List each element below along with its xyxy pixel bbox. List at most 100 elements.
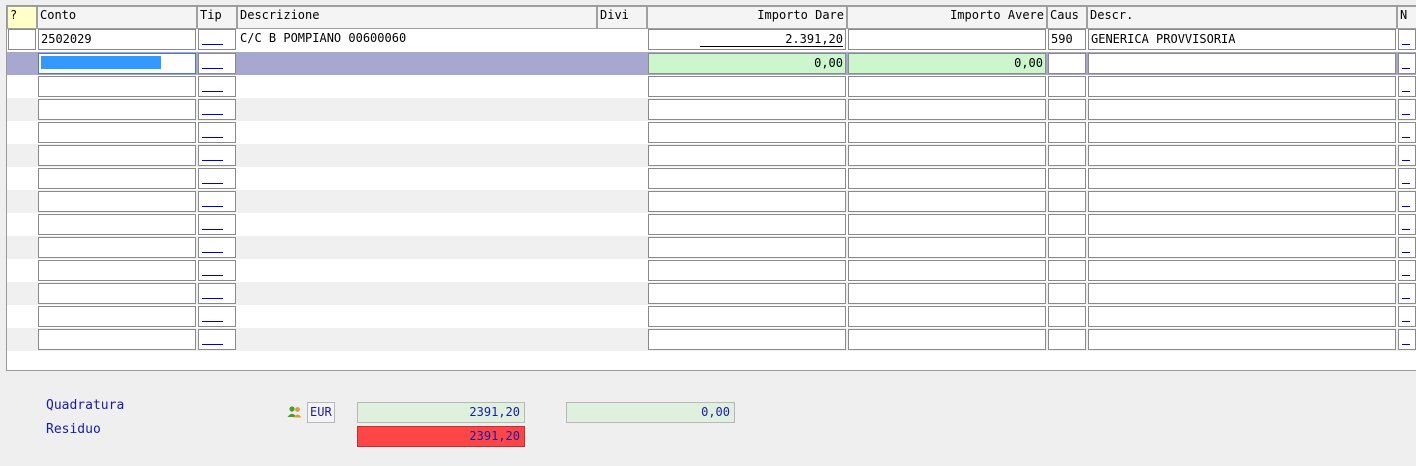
n-field[interactable] — [1398, 260, 1416, 281]
users-icon[interactable] — [287, 405, 303, 419]
header-divi[interactable]: Divi — [597, 6, 647, 29]
n-field[interactable] — [1398, 99, 1416, 120]
importo-avere-field[interactable] — [848, 29, 1046, 50]
importo-avere-field[interactable] — [848, 329, 1046, 350]
importo-dare-field[interactable] — [648, 168, 846, 189]
n-field[interactable] — [1398, 329, 1416, 350]
importo-avere-field[interactable] — [848, 283, 1046, 304]
importo-dare-field[interactable] — [648, 306, 846, 327]
header-n[interactable]: N — [1397, 6, 1416, 29]
descr-field[interactable]: GENERICA PROVVISORIA — [1088, 29, 1396, 50]
caus-field[interactable] — [1048, 214, 1086, 235]
tip-field[interactable] — [198, 76, 236, 97]
tip-field[interactable] — [198, 99, 236, 120]
n-field[interactable] — [1398, 191, 1416, 212]
conto-field[interactable] — [38, 214, 196, 235]
n-field[interactable] — [1398, 145, 1416, 166]
header-conto[interactable]: Conto — [37, 6, 197, 29]
importo-dare-field[interactable]: 2.391,20 — [648, 29, 846, 50]
header-importo-avere[interactable]: Importo Avere — [847, 6, 1047, 29]
caus-field[interactable] — [1048, 306, 1086, 327]
header-descrizione[interactable]: Descrizione — [237, 6, 597, 29]
tip-field[interactable] — [198, 29, 236, 50]
tip-field[interactable] — [198, 283, 236, 304]
importo-avere-field[interactable] — [848, 237, 1046, 258]
row-marker[interactable] — [8, 29, 36, 50]
caus-field[interactable] — [1048, 329, 1086, 350]
caus-field[interactable]: 590 — [1048, 29, 1086, 50]
conto-field[interactable] — [38, 76, 196, 97]
importo-dare-field[interactable] — [648, 122, 846, 143]
tip-field[interactable] — [198, 145, 236, 166]
descr-field[interactable] — [1088, 260, 1396, 281]
conto-field[interactable] — [38, 99, 196, 120]
tip-field[interactable] — [198, 191, 236, 212]
importo-avere-field[interactable] — [848, 76, 1046, 97]
descr-field[interactable] — [1088, 214, 1396, 235]
n-field[interactable] — [1398, 122, 1416, 143]
header-help[interactable]: ? — [7, 6, 37, 29]
importo-avere-field[interactable] — [848, 306, 1046, 327]
n-field[interactable] — [1398, 29, 1416, 50]
caus-field[interactable] — [1048, 237, 1086, 258]
n-field[interactable] — [1398, 53, 1416, 74]
importo-dare-field[interactable] — [648, 214, 846, 235]
conto-field[interactable]: 2502029 — [38, 29, 196, 50]
tip-field[interactable] — [198, 53, 236, 74]
conto-field[interactable] — [38, 168, 196, 189]
descr-field[interactable] — [1088, 168, 1396, 189]
importo-avere-field[interactable] — [848, 214, 1046, 235]
tip-field[interactable] — [198, 237, 236, 258]
n-field[interactable] — [1398, 214, 1416, 235]
importo-dare-field[interactable]: 0,00 — [648, 53, 846, 74]
importo-dare-field[interactable] — [648, 191, 846, 212]
tip-field[interactable] — [198, 122, 236, 143]
importo-avere-field[interactable] — [848, 168, 1046, 189]
descr-field[interactable] — [1088, 283, 1396, 304]
tip-field[interactable] — [198, 260, 236, 281]
n-field[interactable] — [1398, 306, 1416, 327]
n-field[interactable] — [1398, 168, 1416, 189]
conto-field-active[interactable] — [38, 53, 196, 74]
importo-dare-field[interactable] — [648, 283, 846, 304]
descr-field[interactable] — [1088, 329, 1396, 350]
caus-field[interactable] — [1048, 76, 1086, 97]
header-tip[interactable]: Tip — [197, 6, 237, 29]
header-descr[interactable]: Descr. — [1087, 6, 1397, 29]
importo-avere-field[interactable] — [848, 191, 1046, 212]
caus-field[interactable] — [1048, 53, 1086, 74]
conto-field[interactable] — [38, 145, 196, 166]
tip-field[interactable] — [198, 214, 236, 235]
importo-avere-field[interactable] — [848, 122, 1046, 143]
importo-avere-field[interactable] — [848, 145, 1046, 166]
descr-field[interactable] — [1088, 122, 1396, 143]
importo-dare-field[interactable] — [648, 99, 846, 120]
importo-dare-field[interactable] — [648, 145, 846, 166]
descr-field[interactable] — [1088, 76, 1396, 97]
conto-field[interactable] — [38, 191, 196, 212]
importo-avere-field[interactable]: 0,00 — [848, 53, 1046, 74]
importo-avere-field[interactable] — [848, 260, 1046, 281]
header-caus[interactable]: Caus — [1047, 6, 1087, 29]
importo-dare-field[interactable] — [648, 260, 846, 281]
conto-field[interactable] — [38, 122, 196, 143]
conto-field[interactable] — [38, 283, 196, 304]
importo-dare-field[interactable] — [648, 237, 846, 258]
conto-field[interactable] — [38, 306, 196, 327]
caus-field[interactable] — [1048, 99, 1086, 120]
caus-field[interactable] — [1048, 168, 1086, 189]
conto-field[interactable] — [38, 329, 196, 350]
importo-dare-field[interactable] — [648, 76, 846, 97]
caus-field[interactable] — [1048, 191, 1086, 212]
n-field[interactable] — [1398, 237, 1416, 258]
tip-field[interactable] — [198, 168, 236, 189]
currency-field[interactable]: EUR — [307, 402, 335, 423]
conto-field[interactable] — [38, 260, 196, 281]
descr-field[interactable] — [1088, 53, 1396, 74]
caus-field[interactable] — [1048, 145, 1086, 166]
tip-field[interactable] — [198, 329, 236, 350]
importo-dare-field[interactable] — [648, 329, 846, 350]
descr-field[interactable] — [1088, 306, 1396, 327]
descr-field[interactable] — [1088, 145, 1396, 166]
n-field[interactable] — [1398, 76, 1416, 97]
